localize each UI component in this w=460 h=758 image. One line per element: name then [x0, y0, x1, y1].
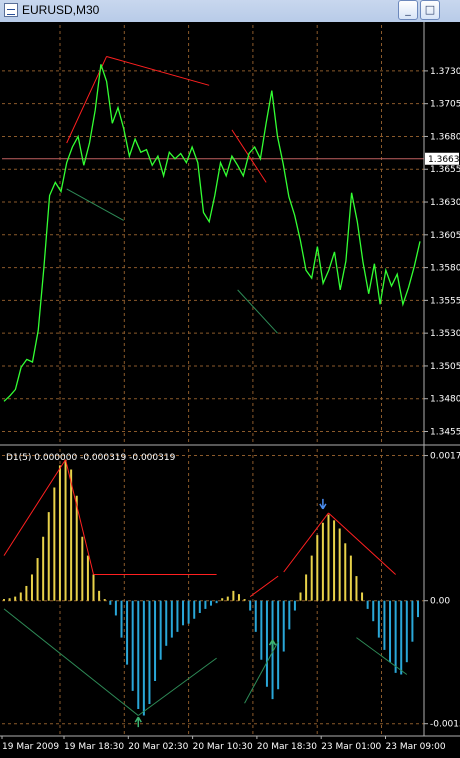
indicator-tick-label: 0.00 [430, 597, 450, 607]
indicator-tick-label: 0.00177 [430, 452, 460, 462]
time-tick-label: 20 Mar 18:30 [257, 742, 317, 752]
window-title: EURUSD,M30 [22, 3, 100, 17]
price-tick-label: 1.3605 [430, 231, 460, 241]
price-tick-label: 1.3555 [430, 296, 460, 306]
time-tick-label: 20 Mar 02:30 [128, 742, 188, 752]
price-tick-label: 1.3655 [430, 165, 460, 175]
chart-window-icon [4, 3, 18, 17]
indicator-legend: D1(5) 0.000000 -0.000319 -0.000319 [6, 453, 176, 463]
time-tick-label: 19 Mar 18:30 [64, 742, 124, 752]
title-bar: EURUSD,M30 _ □ [0, 0, 460, 23]
price-tick-label: 1.3705 [430, 100, 460, 110]
price-tick-label: 1.3580 [430, 264, 460, 274]
indicator-tick-label: -0.0015 [430, 720, 460, 730]
price-tick-label: 1.3455 [430, 428, 460, 438]
time-tick-label: 19 Mar 2009 [2, 742, 59, 752]
price-tick-label: 1.3480 [430, 395, 460, 405]
time-tick-label: 23 Mar 01:00 [321, 742, 381, 752]
time-tick-label: 23 Mar 09:00 [386, 742, 446, 752]
minimize-button[interactable]: _ [398, 0, 418, 20]
current-price-label: 1.3663 [428, 155, 460, 165]
price-tick-label: 1.3730 [430, 67, 460, 77]
price-tick-label: 1.3680 [430, 132, 460, 142]
price-tick-label: 1.3505 [430, 362, 460, 372]
time-tick-label: 20 Mar 10:30 [193, 742, 253, 752]
chart-area[interactable]: 1.3730 1.3705 1.3680 1.3655 1.3630 1.3605 1.35… [0, 22, 460, 758]
price-tick-label: 1.3630 [430, 198, 460, 208]
maximize-button[interactable]: □ [420, 0, 440, 20]
price-tick-label: 1.3530 [430, 329, 460, 339]
